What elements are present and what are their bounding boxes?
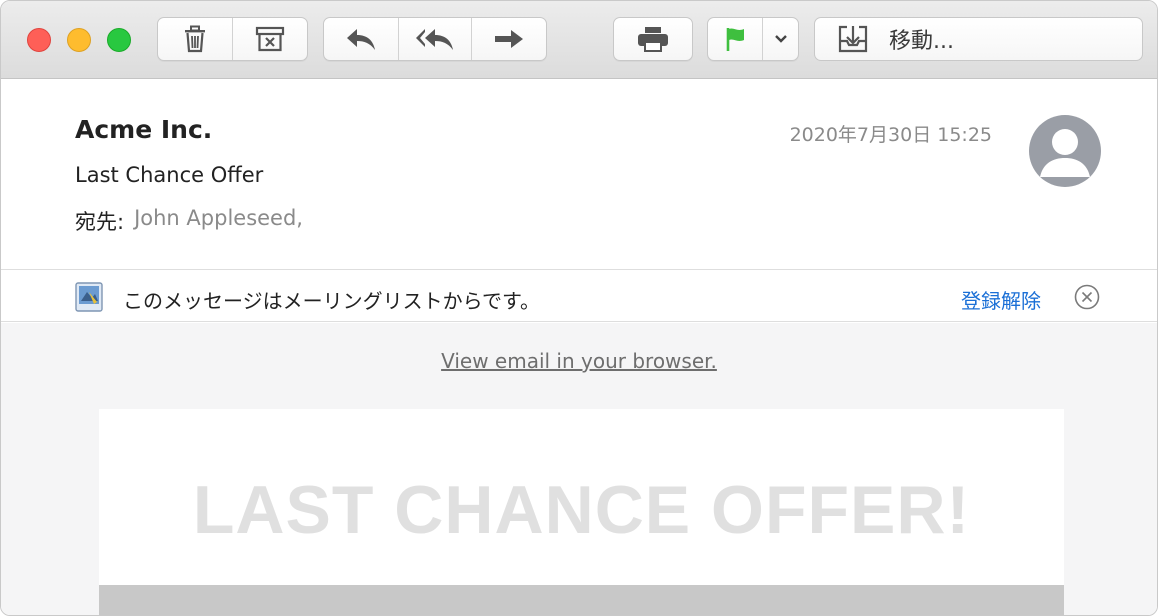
sender-name: Acme Inc. (75, 115, 213, 144)
move-to-mailbox-icon (838, 25, 868, 53)
message-header: Acme Inc. Last Chance Offer 宛先: John App… (1, 79, 1157, 270)
delete-archive-group (157, 17, 308, 61)
flag-icon (726, 28, 744, 51)
print-button[interactable] (614, 18, 692, 60)
content-image-placeholder (99, 585, 1064, 615)
print-group (613, 17, 693, 61)
view-in-browser-link: View email in your browser. (1, 349, 1157, 373)
reply-all-button[interactable] (399, 18, 472, 60)
recipient-name[interactable]: John Appleseed, (134, 206, 303, 236)
mailing-list-banner: このメッセージはメーリングリストからです。 登録解除 (1, 271, 1157, 322)
avatar (1029, 115, 1101, 187)
forward-button[interactable] (472, 18, 546, 60)
toolbar: 移動... (1, 1, 1157, 79)
chevron-down-icon (774, 35, 787, 43)
unsubscribe-link[interactable]: 登録解除 (961, 285, 1041, 314)
trash-icon (185, 25, 205, 53)
person-icon (1040, 129, 1090, 177)
close-window-button[interactable] (27, 28, 51, 52)
reply-group (323, 17, 547, 61)
move-button-label: 移動... (889, 29, 954, 54)
maximize-window-button[interactable] (107, 28, 131, 52)
recipients-row: 宛先: John Appleseed, (75, 206, 303, 236)
reply-all-icon (416, 29, 453, 50)
offer-headline: LAST CHANCE OFFER! (192, 472, 971, 548)
email-content-card: LAST CHANCE OFFER! (99, 409, 1064, 615)
archive-icon (255, 26, 285, 52)
forward-icon (495, 30, 523, 48)
flag-menu-button[interactable] (763, 18, 798, 60)
reply-button[interactable] (324, 18, 399, 60)
printer-icon (638, 27, 668, 52)
minimize-window-button[interactable] (67, 28, 91, 52)
flag-button[interactable] (708, 18, 763, 60)
message-date: 2020年7月30日 15:25 (789, 124, 992, 146)
close-circle-icon[interactable] (1074, 284, 1100, 310)
mailing-list-notice: このメッセージはメーリングリストからです。 (123, 289, 540, 313)
mailing-list-icon (75, 282, 103, 312)
view-in-browser-text[interactable]: View email in your browser. (441, 349, 717, 373)
archive-button[interactable] (233, 18, 307, 60)
delete-button[interactable] (158, 18, 233, 60)
mail-window: 移動... Acme Inc. Last Chance Offer 宛先: Jo… (0, 0, 1158, 616)
to-label: 宛先: (75, 210, 125, 234)
reply-icon (347, 29, 375, 50)
message-body: View email in your browser. LAST CHANCE … (1, 323, 1157, 615)
flag-group (707, 17, 799, 61)
move-button[interactable]: 移動... (814, 17, 1143, 61)
message-subject: Last Chance Offer (75, 163, 264, 187)
